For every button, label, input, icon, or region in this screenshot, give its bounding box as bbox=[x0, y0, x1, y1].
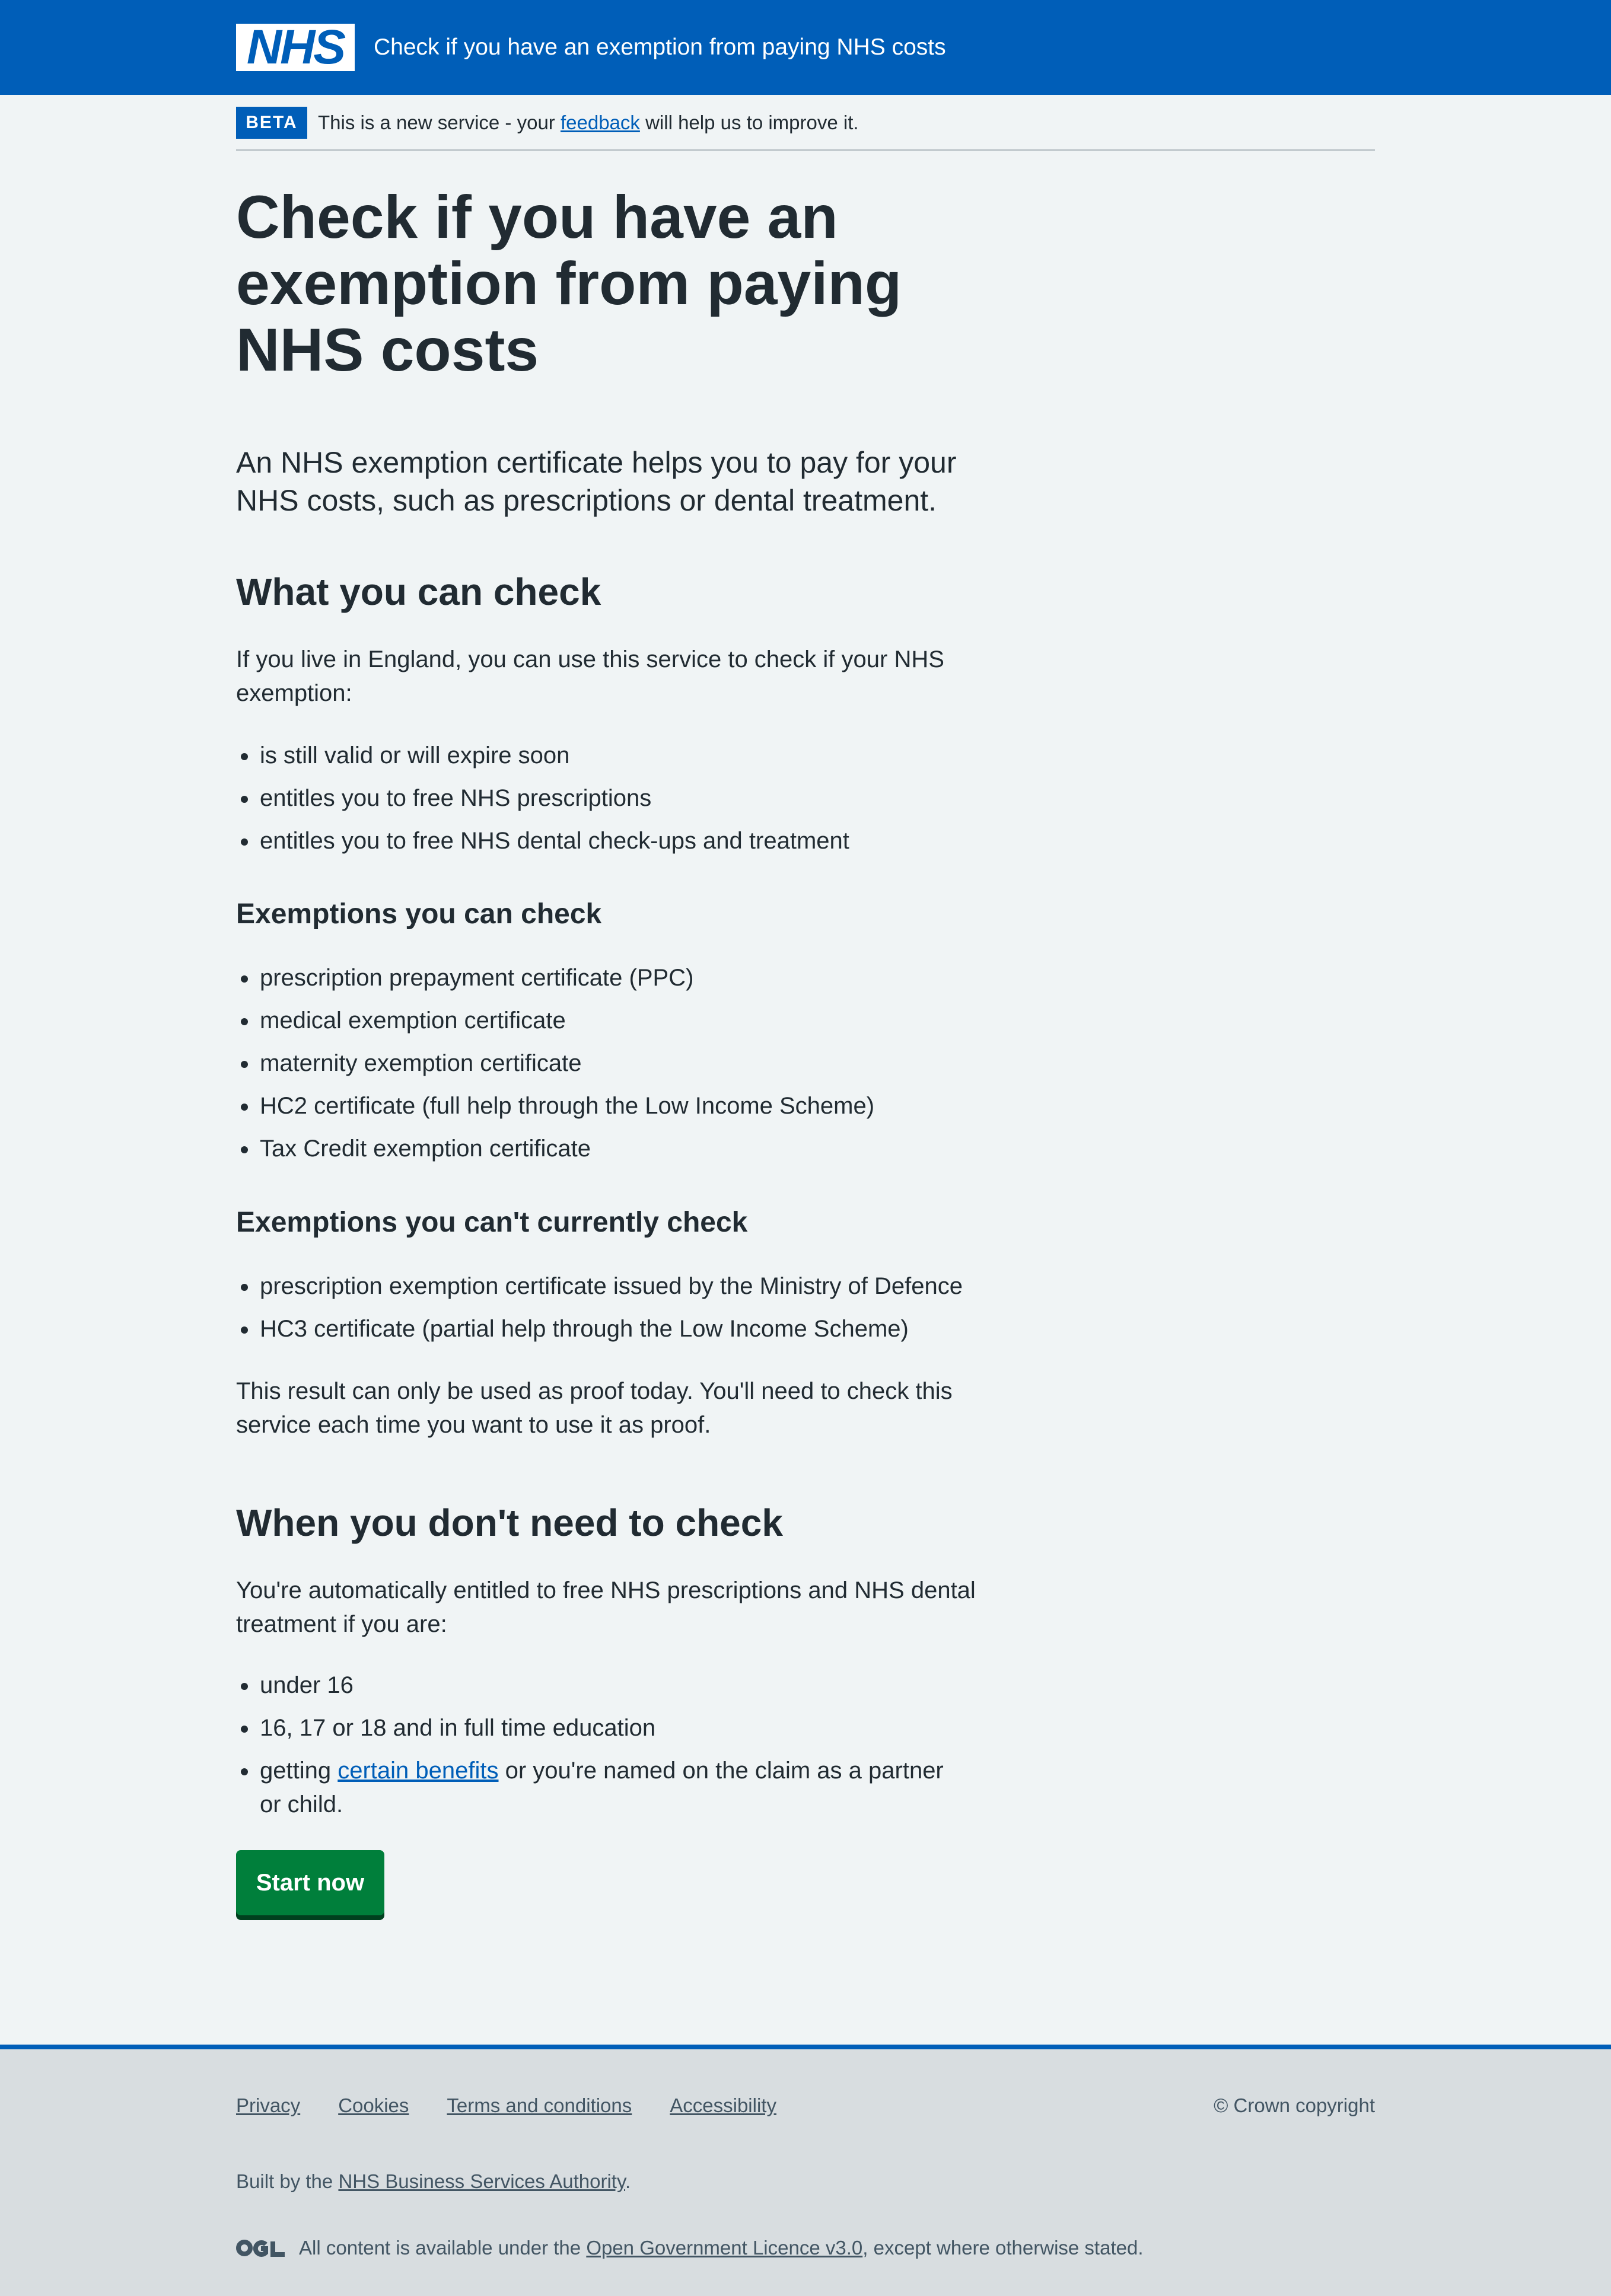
list-item: medical exemption certificate bbox=[236, 1004, 983, 1038]
list-item: entitles you to free NHS prescriptions bbox=[236, 782, 983, 815]
list-item: HC2 certificate (full help through the L… bbox=[236, 1089, 983, 1123]
can-check-list: prescription prepayment certificate (PPC… bbox=[236, 961, 983, 1175]
dont-need-intro-line: You're automatically entitled to free NH… bbox=[236, 1577, 976, 1603]
footer-link-terms[interactable]: Terms and conditions bbox=[447, 2092, 632, 2119]
title-line: NHS costs bbox=[236, 316, 539, 384]
list-item: Tax Credit exemption certificate bbox=[236, 1132, 983, 1166]
beta-tag: BETA bbox=[236, 107, 307, 139]
lead-line: An NHS exemption certificate helps you t… bbox=[236, 446, 957, 479]
dont-need-list: under 16 16, 17 or 18 and in full time e… bbox=[236, 1669, 983, 1831]
site-footer: Privacy Cookies Terms and conditions Acc… bbox=[0, 2045, 1611, 2296]
title-line: Check if you have an bbox=[236, 183, 838, 251]
list-item: is still valid or will expire soon bbox=[236, 739, 983, 773]
benefits-before: getting bbox=[260, 1758, 338, 1784]
heading-when-dont-need-check: When you don't need to check bbox=[236, 1501, 783, 1544]
ogl-licence-link[interactable]: Open Government Licence v3.0 bbox=[586, 2237, 862, 2259]
list-item-benefits: getting certain benefits or you're named… bbox=[236, 1754, 983, 1822]
service-name[interactable]: Check if you have an exemption from payi… bbox=[374, 31, 946, 64]
ogl-logo-icon bbox=[236, 2240, 285, 2257]
lead-line: NHS costs, such as prescriptions or dent… bbox=[236, 484, 937, 517]
title-line: exemption from paying bbox=[236, 250, 902, 317]
nhs-logo-text: NHS bbox=[246, 20, 346, 74]
dont-need-intro: You're automatically entitled to free NH… bbox=[236, 1574, 983, 1641]
what-intro-line: If you live in England, you can use this… bbox=[236, 646, 944, 672]
licence-text: All content is available under the Open … bbox=[299, 2234, 1144, 2262]
dont-need-intro-line: treatment if you are: bbox=[236, 1611, 447, 1637]
footer-link-privacy[interactable]: Privacy bbox=[236, 2092, 300, 2119]
licence-before: All content is available under the bbox=[299, 2237, 587, 2259]
what-intro: If you live in England, you can use this… bbox=[236, 643, 983, 710]
proof-note-line: service each time you want to use it as … bbox=[236, 1412, 711, 1438]
lead-paragraph: An NHS exemption certificate helps you t… bbox=[236, 444, 983, 519]
proof-note: This result can only be used as proof to… bbox=[236, 1375, 983, 1442]
heading-exemptions-cant-check: Exemptions you can't currently check bbox=[236, 1207, 748, 1238]
footer-link-cookies[interactable]: Cookies bbox=[338, 2092, 409, 2119]
feedback-link[interactable]: feedback bbox=[561, 111, 640, 133]
what-intro-line: exemption: bbox=[236, 680, 352, 706]
built-by-before: Built by the bbox=[236, 2170, 339, 2192]
built-by: Built by the NHS Business Services Autho… bbox=[236, 2168, 631, 2195]
heading-what-you-can-check: What you can check bbox=[236, 570, 601, 613]
list-item: HC3 certificate (partial help through th… bbox=[236, 1312, 983, 1346]
certain-benefits-link[interactable]: certain benefits bbox=[338, 1758, 498, 1784]
nhs-logo[interactable]: NHS bbox=[236, 20, 355, 74]
phase-text-after: will help us to improve it. bbox=[639, 111, 859, 133]
list-item: prescription exemption certificate issue… bbox=[236, 1270, 983, 1303]
site-header: NHS Check if you have an exemption from … bbox=[0, 0, 1611, 95]
footer-link-accessibility[interactable]: Accessibility bbox=[670, 2092, 776, 2119]
phase-banner: BETA This is a new service - your feedba… bbox=[236, 107, 1375, 151]
phase-banner-text: This is a new service - your feedback wi… bbox=[318, 109, 859, 136]
built-by-after: . bbox=[625, 2170, 631, 2192]
cant-check-list: prescription exemption certificate issue… bbox=[236, 1270, 983, 1355]
nhsbsa-link[interactable]: NHS Business Services Authority bbox=[338, 2170, 625, 2192]
list-item: maternity exemption certificate bbox=[236, 1047, 983, 1080]
proof-note-line: This result can only be used as proof to… bbox=[236, 1378, 953, 1404]
licence-after: , except where otherwise stated. bbox=[862, 2237, 1144, 2259]
page-title: Check if you have an exemption from payi… bbox=[236, 184, 983, 383]
start-now-button[interactable]: Start now bbox=[236, 1850, 384, 1915]
phase-text-before: This is a new service - your bbox=[318, 111, 561, 133]
list-item: under 16 bbox=[236, 1669, 983, 1702]
benefits-after: or you're named on the claim as a partne… bbox=[498, 1758, 944, 1784]
what-list: is still valid or will expire soon entit… bbox=[236, 739, 983, 867]
footer-links: Privacy Cookies Terms and conditions Acc… bbox=[236, 2092, 776, 2119]
heading-exemptions-can-check: Exemptions you can check bbox=[236, 898, 602, 930]
list-item: entitles you to free NHS dental check-up… bbox=[236, 824, 983, 858]
list-item: prescription prepayment certificate (PPC… bbox=[236, 961, 983, 995]
benefits-after-line2: or child. bbox=[260, 1791, 343, 1817]
list-item: 16, 17 or 18 and in full time education bbox=[236, 1711, 983, 1745]
copyright: © Crown copyright bbox=[1214, 2094, 1375, 2116]
